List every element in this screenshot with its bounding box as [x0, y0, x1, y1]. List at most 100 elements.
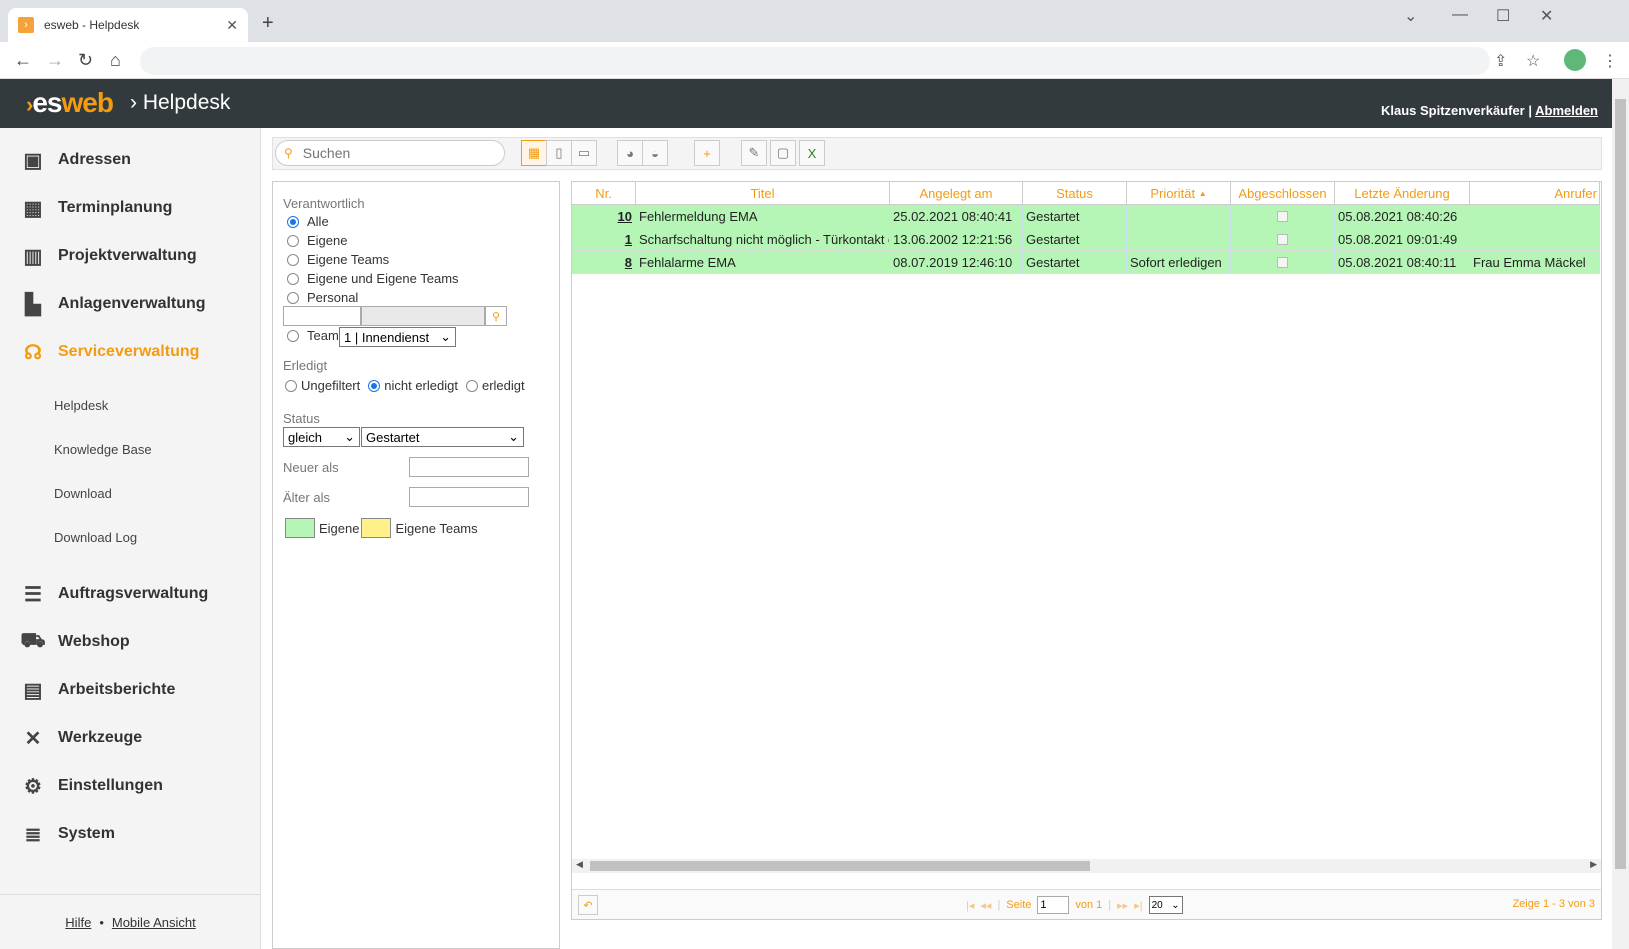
search-box[interactable]: ⚲ [275, 140, 505, 166]
pager-divider: | [997, 899, 1001, 911]
radio-eigene-teams[interactable]: Eigene Teams [287, 252, 389, 267]
table-row[interactable]: 8 Fehlalarme EMA 08.07.2019 12:46:10 Ges… [572, 251, 1600, 274]
personal-id-input[interactable] [283, 306, 361, 326]
radio-dot[interactable] [287, 234, 299, 247]
sidebar-subitem-download-log[interactable]: Download Log [54, 530, 137, 545]
page-size-select[interactable]: 20 ⌄ [1148, 896, 1183, 914]
esweb-logo[interactable]: ›esweb [26, 87, 114, 119]
radio-alle[interactable]: Alle [287, 214, 329, 229]
sidebar-item-einstellungen[interactable]: ⚙ Einstellungen [20, 774, 163, 798]
table-row[interactable]: 1 Scharfschaltung nicht möglich - Türkon… [572, 228, 1600, 251]
col-abgeschlossen[interactable]: Abgeschlossen [1231, 182, 1335, 205]
sidebar-item-werkzeuge[interactable]: ✕ Werkzeuge [20, 726, 143, 750]
chevron-down-icon: ⌄ [440, 329, 451, 344]
sidebar-subitem-knowledge-base[interactable]: Knowledge Base [54, 442, 152, 457]
folder-view-button[interactable]: ▭ [571, 140, 597, 166]
status-value-select[interactable]: Gestartet ⌄ [361, 427, 524, 447]
radio-dot-nicht-erledigt[interactable] [368, 379, 381, 392]
radio-dot[interactable] [287, 272, 299, 285]
reload-icon[interactable]: ↻ [78, 50, 93, 71]
tab-search-icon[interactable]: ⌄ [1404, 6, 1417, 26]
cell-nr[interactable]: 10 [572, 205, 636, 228]
radio-dot[interactable] [287, 291, 299, 304]
status-operator-select[interactable]: gleich ⌄ [283, 427, 360, 447]
col-angelegt[interactable]: Angelegt am [890, 182, 1023, 205]
home-icon[interactable]: ⌂ [110, 50, 121, 71]
new-tab-button[interactable]: + [262, 12, 274, 35]
bookmark-star-icon[interactable]: ☆ [1526, 51, 1540, 71]
grid-view-button[interactable]: ▦ [521, 140, 547, 166]
page-vertical-scrollbar[interactable] [1612, 79, 1629, 949]
scrollbar-thumb[interactable] [590, 861, 1090, 871]
help-link[interactable]: Hilfe [65, 915, 91, 930]
sidebar-item-anlagenverwaltung[interactable]: ▙ Anlagenverwaltung [20, 292, 205, 316]
personal-search-icon[interactable]: ⚲ [485, 306, 507, 326]
detail-view-button[interactable]: ▯ [546, 140, 572, 166]
scroll-right-icon[interactable]: ▶ [1590, 859, 1597, 870]
team-select[interactable]: 1 | Innendienst ⌄ [339, 327, 456, 347]
col-anrufer[interactable]: Anrufer [1470, 182, 1600, 205]
cell-nr[interactable]: 1 [572, 228, 636, 251]
scrollbar-thumb[interactable] [1615, 99, 1626, 869]
radio-dot[interactable] [287, 215, 299, 228]
sidebar-item-webshop[interactable]: ⛟ Webshop [20, 630, 129, 654]
radio-personal[interactable]: Personal [287, 290, 358, 305]
newer-than-input[interactable] [409, 457, 529, 477]
cell-abgeschlossen [1231, 228, 1335, 251]
sidebar: ▣ Adressen ▦ Terminplanung ▥ Projektverwalt… [0, 128, 261, 949]
sidebar-item-system[interactable]: ≣ System [20, 822, 115, 846]
window-close-icon[interactable]: ✕ [1540, 6, 1553, 26]
maximize-icon[interactable]: ☐ [1496, 6, 1510, 26]
share-icon[interactable]: ⇪ [1494, 51, 1507, 71]
col-nr[interactable]: Nr. [572, 182, 636, 205]
next-page-icon[interactable]: ▸▸ [1117, 899, 1128, 912]
radio-dot-ungefiltert[interactable] [285, 379, 297, 392]
mobile-view-link[interactable]: Mobile Ansicht [112, 915, 196, 930]
minimize-icon[interactable]: — [1452, 6, 1468, 24]
reset-icon[interactable]: ↶ [578, 895, 598, 915]
prev-page-icon[interactable]: ◂◂ [980, 899, 991, 912]
tab-close-icon[interactable]: ✕ [226, 17, 238, 34]
table-row[interactable]: 10 Fehlermeldung EMA 25.02.2021 08:40:41… [572, 205, 1600, 228]
older-than-input[interactable] [409, 487, 529, 507]
filter-panel: Verantwortlich Alle Eigene Eigene Teams … [272, 181, 560, 949]
profile-avatar[interactable] [1564, 49, 1586, 71]
address-bar[interactable] [140, 47, 1490, 75]
radio-dot[interactable] [287, 253, 299, 266]
print-button[interactable]: ▢ [770, 140, 796, 166]
last-page-icon[interactable]: ▸| [1134, 899, 1142, 912]
assign-user-button[interactable]: ◕ [617, 140, 643, 166]
sidebar-item-auftragsverwaltung[interactable]: ☰ Auftragsverwaltung [20, 582, 208, 606]
back-arrow-icon[interactable]: ← [14, 50, 32, 71]
sidebar-subitem-download[interactable]: Download [54, 486, 112, 501]
col-status[interactable]: Status [1023, 182, 1127, 205]
search-input[interactable] [302, 145, 483, 161]
col-prioritaet[interactable]: Priorität ▲ [1127, 182, 1231, 205]
add-ticket-button[interactable]: + [694, 140, 720, 166]
excel-export-button[interactable]: X [799, 140, 825, 166]
sidebar-item-serviceverwaltung[interactable]: ☊ Serviceverwaltung [20, 340, 199, 364]
radio-dot[interactable] [287, 329, 299, 342]
column-settings-button[interactable]: ✎ [741, 140, 767, 166]
sidebar-item-adressen[interactable]: ▣ Adressen [20, 148, 131, 172]
col-titel[interactable]: Titel [636, 182, 890, 205]
cell-nr[interactable]: 8 [572, 251, 636, 274]
assign-team-button[interactable]: ◒ [642, 140, 668, 166]
first-page-icon[interactable]: |◂ [966, 899, 974, 912]
forward-arrow-icon[interactable]: → [46, 50, 64, 71]
radio-eigene[interactable]: Eigene [287, 233, 347, 248]
scroll-left-icon[interactable]: ◀ [576, 859, 583, 870]
radio-team[interactable]: Team [287, 328, 339, 343]
horizontal-scrollbar[interactable]: ◀ ▶ [572, 859, 1601, 873]
sidebar-subitem-helpdesk[interactable]: Helpdesk [54, 398, 108, 413]
radio-dot-erledigt[interactable] [465, 379, 478, 392]
sidebar-item-arbeitsberichte[interactable]: ▤ Arbeitsberichte [20, 678, 176, 702]
menu-dots-icon[interactable]: ⋮ [1602, 51, 1618, 71]
radio-eigene-und-teams[interactable]: Eigene und Eigene Teams [287, 271, 459, 286]
col-letzte-aenderung[interactable]: Letzte Änderung [1335, 182, 1470, 205]
sidebar-item-projektverwaltung[interactable]: ▥ Projektverwaltung [20, 244, 197, 268]
browser-tab[interactable]: › esweb - Helpdesk ✕ [8, 8, 248, 42]
sidebar-item-terminplanung[interactable]: ▦ Terminplanung [20, 196, 173, 220]
logout-link[interactable]: Abmelden [1535, 103, 1598, 118]
page-input[interactable]: 1 [1037, 896, 1070, 914]
